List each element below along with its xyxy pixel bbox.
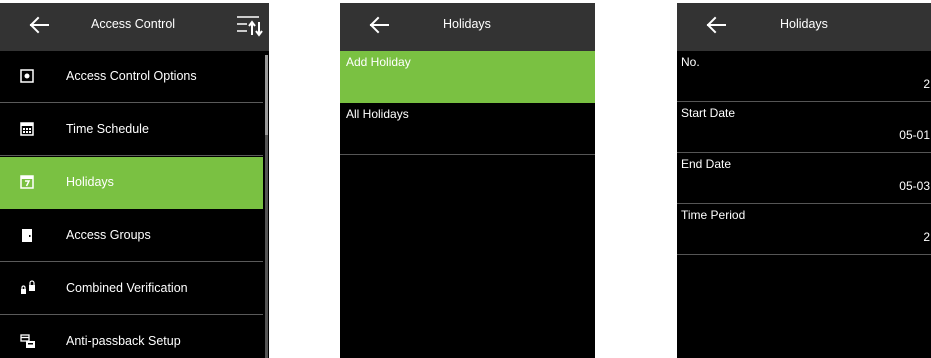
divider [677, 254, 931, 255]
holiday-detail-screen: Holidays No. 2 Start Date 05-01 End Date… [677, 3, 931, 358]
menu-item-label: Access Groups [66, 228, 151, 242]
all-holidays-item[interactable]: All Holidays [340, 103, 595, 155]
field-label: Start Date [681, 106, 736, 120]
page-title: Holidays [443, 17, 491, 31]
access-control-screen: Access Control Access Control Options Ti… [0, 3, 269, 358]
menu-item-access-groups[interactable]: Access Groups [0, 210, 263, 262]
field-value: 05-01 [899, 128, 930, 142]
divider [0, 314, 263, 315]
item-label: Add Holiday [346, 55, 411, 69]
divider [340, 154, 595, 155]
header-bar: Access Control [0, 3, 269, 51]
sort-menu-icon[interactable] [235, 13, 263, 39]
menu-item-label: Holidays [66, 175, 114, 189]
scrollbar-thumb[interactable] [265, 55, 268, 135]
field-value: 05-03 [899, 179, 930, 193]
field-value: 2 [923, 230, 930, 244]
locks-icon [21, 280, 35, 294]
field-label: Time Period [681, 208, 746, 222]
menu-item-label: Time Schedule [66, 122, 149, 136]
field-value: 2 [923, 77, 930, 91]
menu-item-label: Anti-passback Setup [66, 334, 181, 348]
back-arrow-icon[interactable] [705, 14, 727, 36]
access-options-icon [20, 69, 34, 83]
menu-item-label: Combined Verification [66, 281, 188, 295]
add-holiday-item[interactable]: Add Holiday [340, 51, 595, 103]
menu-item-combined-verification[interactable]: Combined Verification [0, 263, 263, 315]
door-icon [22, 229, 32, 242]
field-time-period[interactable]: Time Period 2 [677, 204, 931, 255]
field-label: End Date [681, 157, 732, 171]
field-label: No. [681, 55, 700, 69]
menu-item-holidays[interactable]: Holidays [0, 157, 263, 209]
field-end-date[interactable]: End Date 05-03 [677, 153, 931, 204]
divider [0, 261, 263, 262]
menu-item-time-schedule[interactable]: Time Schedule [0, 104, 263, 156]
item-label: All Holidays [346, 107, 409, 121]
calendar-icon [20, 122, 34, 136]
menu-item-access-control-options[interactable]: Access Control Options [0, 51, 263, 103]
anti-passback-icon [20, 334, 35, 348]
holidays-menu-screen: Holidays Add Holiday All Holidays [340, 3, 595, 358]
menu-item-label: Access Control Options [66, 69, 197, 83]
divider [0, 102, 263, 103]
field-number[interactable]: No. 2 [677, 51, 931, 102]
menu-item-anti-passback-setup[interactable]: Anti-passback Setup [0, 316, 263, 358]
holiday-calendar-icon [20, 175, 34, 189]
page-title: Holidays [780, 17, 828, 31]
field-start-date[interactable]: Start Date 05-01 [677, 102, 931, 153]
header-bar: Holidays [340, 3, 595, 51]
back-arrow-icon[interactable] [28, 14, 50, 36]
divider [0, 155, 263, 156]
back-arrow-icon[interactable] [368, 14, 390, 36]
page-title: Access Control [91, 17, 176, 31]
header-bar: Holidays [677, 3, 931, 51]
